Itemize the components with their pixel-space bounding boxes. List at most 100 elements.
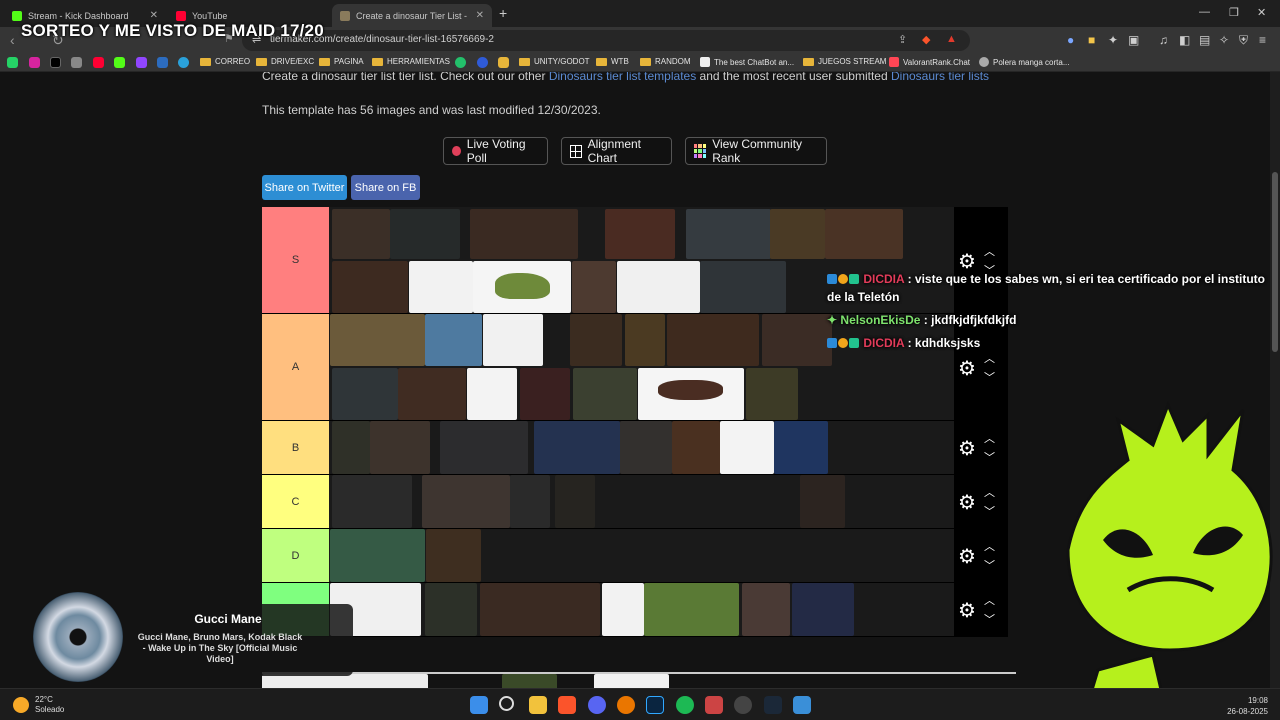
gear-icon[interactable]: ⚙ xyxy=(958,490,976,515)
dinosaur-image[interactable] xyxy=(534,421,620,474)
templates-link[interactable]: Dinosaurs tier list templates xyxy=(549,72,696,83)
dinosaur-image[interactable] xyxy=(555,475,595,528)
brave-icon[interactable] xyxy=(558,696,576,714)
dinosaur-image[interactable] xyxy=(332,209,390,259)
leo-ai-icon[interactable]: ✧ xyxy=(1219,33,1229,47)
dinosaur-image[interactable] xyxy=(800,475,845,528)
tier-items[interactable] xyxy=(330,529,954,582)
kick-icon[interactable] xyxy=(114,57,125,68)
app-icon[interactable] xyxy=(705,696,723,714)
tier-row-d[interactable]: D ⚙ ︿ ﹀ xyxy=(262,529,1008,583)
tier-label[interactable]: D xyxy=(262,529,329,582)
bookmark-icon[interactable] xyxy=(157,57,168,68)
extension-icon[interactable]: ● xyxy=(1067,33,1074,47)
dinosaur-image[interactable] xyxy=(774,421,828,474)
tier-label[interactable]: C xyxy=(262,475,329,528)
extension-icon[interactable]: ■ xyxy=(1088,33,1095,47)
dinosaur-image[interactable] xyxy=(792,583,854,636)
dinosaur-image[interactable] xyxy=(330,529,425,582)
chevron-down-icon[interactable]: ﹀ xyxy=(984,557,995,573)
bookmark-link[interactable]: Polera manga corta... xyxy=(979,57,1069,67)
close-icon[interactable]: ✕ xyxy=(150,10,158,21)
whatsapp-icon[interactable] xyxy=(7,57,18,68)
apple-icon[interactable] xyxy=(71,57,82,68)
dinosaur-image[interactable] xyxy=(746,368,798,420)
notepad-icon[interactable] xyxy=(793,696,811,714)
chevron-up-icon[interactable]: ︿ xyxy=(984,592,995,608)
gear-icon[interactable]: ⚙ xyxy=(958,356,976,381)
system-clock[interactable]: 19:08 26-08-2025 xyxy=(1210,695,1268,717)
tier-label[interactable]: B xyxy=(262,421,329,474)
dinosaur-image[interactable] xyxy=(425,583,477,636)
dinosaur-image[interactable] xyxy=(770,209,825,259)
chevron-down-icon[interactable]: ﹀ xyxy=(984,611,995,627)
gear-icon[interactable]: ⚙ xyxy=(958,598,976,623)
address-bar[interactable]: ⇌ tiermaker.com/create/dinosaur-tier-lis… xyxy=(242,30,970,51)
dinosaur-image[interactable] xyxy=(520,368,570,420)
photoshop-icon[interactable] xyxy=(646,696,664,714)
obs-icon[interactable] xyxy=(734,696,752,714)
restore-button[interactable]: ❐ xyxy=(1229,6,1239,19)
brave-shield-icon[interactable]: ◆ xyxy=(922,33,930,46)
close-icon[interactable]: ✕ xyxy=(476,10,484,21)
bookmark-folder[interactable]: DRIVE/EXC xyxy=(256,57,314,66)
discord-icon[interactable] xyxy=(588,696,606,714)
weather-widget[interactable]: 22°C Soleado xyxy=(13,695,64,715)
dinosaur-image[interactable] xyxy=(720,421,774,474)
bookmark-link[interactable]: The best ChatBot an... xyxy=(700,57,794,67)
dinosaur-image[interactable] xyxy=(762,314,832,366)
tier-items[interactable] xyxy=(330,421,954,474)
dinosaur-image[interactable] xyxy=(330,314,425,366)
instagram-icon[interactable] xyxy=(29,57,40,68)
gear-icon[interactable]: ⚙ xyxy=(958,436,976,461)
search-icon[interactable] xyxy=(499,696,514,711)
sidebar-icon[interactable]: ◧ xyxy=(1179,33,1190,47)
wallet-icon[interactable]: ▤ xyxy=(1199,33,1210,47)
gear-icon[interactable]: ⚙ xyxy=(958,544,976,569)
chevron-up-icon[interactable]: ︿ xyxy=(984,430,995,446)
dinosaur-image[interactable] xyxy=(638,368,744,420)
dinosaur-image[interactable] xyxy=(470,209,578,259)
dinosaur-image[interactable] xyxy=(700,261,786,313)
bookmark-icon[interactable] xyxy=(498,57,509,68)
twitch-icon[interactable] xyxy=(136,57,147,68)
dinosaur-image[interactable] xyxy=(620,421,672,474)
chevron-up-icon[interactable]: ︿ xyxy=(984,243,995,259)
dinosaur-image[interactable] xyxy=(572,261,616,313)
minimize-button[interactable]: — xyxy=(1199,6,1210,18)
tier-items[interactable] xyxy=(330,475,954,528)
dinosaur-image[interactable] xyxy=(370,421,430,474)
dinosaur-image[interactable] xyxy=(425,314,482,366)
bookmark-folder[interactable]: PAGINA xyxy=(319,57,364,66)
scrollbar-thumb[interactable] xyxy=(1272,172,1278,352)
community-rank-button[interactable]: View Community Rank xyxy=(685,137,827,165)
dinosaur-image[interactable] xyxy=(617,261,700,313)
bookmark-folder[interactable]: RANDOM xyxy=(640,57,691,66)
tier-row-b[interactable]: B ⚙ ︿ ﹀ xyxy=(262,421,1008,475)
chevron-down-icon[interactable]: ﹀ xyxy=(984,503,995,519)
alignment-chart-button[interactable]: Alignment Chart xyxy=(561,137,672,165)
chevron-up-icon[interactable]: ︿ xyxy=(984,484,995,500)
tier-label[interactable]: S xyxy=(262,207,329,313)
dinosaur-image[interactable] xyxy=(483,314,543,366)
bookmark-folder[interactable]: WTB xyxy=(596,57,629,66)
tier-label[interactable]: A xyxy=(262,314,329,420)
chevron-down-icon[interactable]: ﹀ xyxy=(984,449,995,465)
file-explorer-icon[interactable] xyxy=(529,696,547,714)
back-icon[interactable]: ‹ xyxy=(10,32,15,48)
dinosaur-image[interactable] xyxy=(473,261,571,313)
brave-rewards-icon[interactable]: ▲ xyxy=(946,33,957,45)
tier-lists-link[interactable]: Dinosaurs tier lists xyxy=(891,72,989,83)
new-tab-button[interactable]: + xyxy=(499,5,507,21)
dinosaur-image[interactable] xyxy=(467,368,517,420)
dinosaur-image[interactable] xyxy=(426,529,481,582)
dinosaur-image[interactable] xyxy=(742,583,790,636)
dinosaur-image[interactable] xyxy=(332,261,408,313)
bookmark-folder[interactable]: HERRAMIENTAS xyxy=(372,57,450,66)
share-icon[interactable]: ⇪ xyxy=(898,33,907,46)
dinosaur-image[interactable] xyxy=(625,314,665,366)
dinosaur-image[interactable] xyxy=(573,368,637,420)
dinosaur-image[interactable] xyxy=(570,314,622,366)
dinosaur-image[interactable] xyxy=(602,583,644,636)
blender-icon[interactable] xyxy=(617,696,635,714)
